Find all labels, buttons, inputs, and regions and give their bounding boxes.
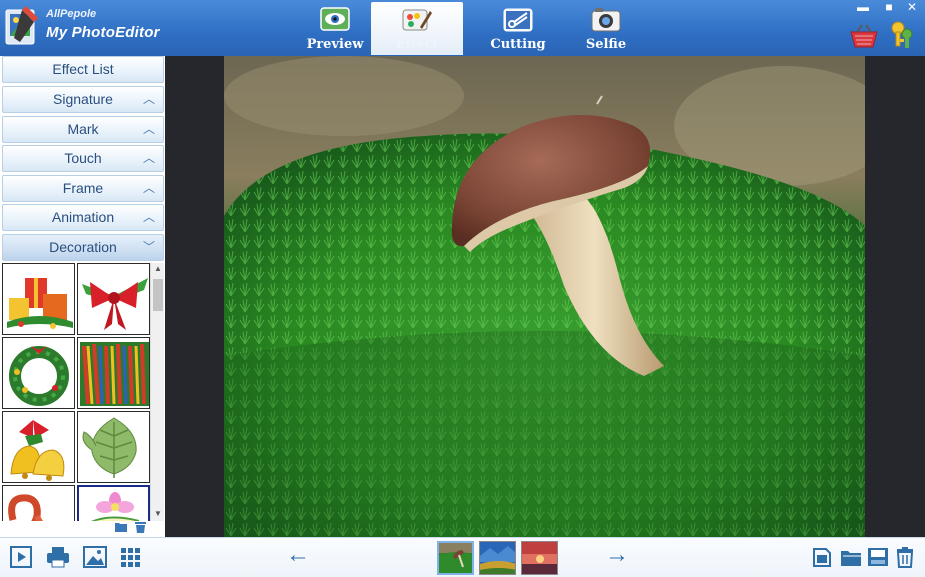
decoration-red-bow[interactable] [77,263,150,335]
tab-label: Effect [395,37,439,52]
minimize-button[interactable]: ▬ [856,0,870,14]
open-folder-icon[interactable] [840,546,862,568]
tab-effect[interactable]: Effect [371,2,463,55]
maximize-button[interactable]: ■ [882,0,896,14]
decoration-pretzel[interactable] [2,485,75,521]
sidebar-item-label: Animation [51,209,115,225]
scroll-up-arrow-icon[interactable]: ▲ [151,264,165,273]
pretzel-icon [8,494,44,521]
decoration-grid [2,263,150,521]
red-bow-icon [82,278,148,330]
tab-cutting[interactable]: Cutting [472,2,564,55]
title-bar: AllPepole My PhotoEditor Preview Effect … [0,0,925,56]
chevron-up-icon: ︿ [142,92,155,106]
gift-boxes-icon [7,278,73,329]
effect-sidebar: Effect List Signature ︿ Mark ︿ Touch ︿ F… [0,56,165,537]
sidebar-item-touch[interactable]: Touch ︿ [2,145,164,172]
sidebar-item-frame[interactable]: Frame ︿ [2,175,164,202]
save-icon[interactable] [867,546,889,568]
chevron-up-icon: ︿ [142,181,155,195]
chevron-down-icon: ﹀ [142,240,155,254]
tab-selfie[interactable]: Selfie [560,2,652,55]
sunset-thumbnail-image [522,542,557,574]
tab-label: Preview [306,37,364,52]
new-file-icon[interactable] [812,546,832,568]
garland-icon [80,342,149,406]
sidebar-item-label: Frame [62,180,104,196]
scroll-down-arrow-icon[interactable]: ▼ [151,509,165,518]
photo-canvas[interactable] [165,56,925,537]
sidebar-item-label: Touch [64,150,102,166]
vendor-name: AllPepole [46,8,97,20]
decoration-christmas-wreath[interactable] [2,337,75,409]
sidebar-item-label: Mark [67,121,99,137]
sidebar-item-decoration[interactable]: Decoration ﹀ [2,234,164,261]
close-button[interactable]: ✕ [905,0,919,14]
chevron-up-icon: ︿ [142,210,155,224]
sidebar-item-label: Decoration [49,239,117,255]
effect-list-label: Effect List [52,61,114,77]
tab-label: Cutting [490,37,546,52]
tab-label: Selfie [585,37,627,52]
thumbnail-mushroom[interactable] [437,541,474,575]
decoration-gift-boxes[interactable] [2,263,75,335]
keys-icon[interactable] [888,20,918,50]
pink-flower-icon [91,492,140,521]
effect-list-header[interactable]: Effect List [2,56,164,83]
landscape-thumbnail-image [480,542,515,574]
next-image-arrow-icon[interactable]: → [605,542,629,568]
scissors-icon [503,8,533,32]
decoration-scrollbar[interactable]: ▲ ▼ [150,263,164,521]
image-icon[interactable] [83,546,107,568]
shopping-basket-icon[interactable] [849,24,879,48]
leaf-icon [82,417,137,478]
sidebar-item-label: Signature [53,91,113,107]
app-title: My PhotoEditor [46,24,160,41]
printer-icon[interactable] [46,546,70,568]
palette-icon [402,9,432,31]
mushroom-photo[interactable] [224,56,865,537]
decoration-christmas-bells[interactable] [2,411,75,483]
christmas-wreath-icon [9,346,69,406]
trash-icon[interactable] [134,520,147,534]
open-folder-icon[interactable] [114,520,128,533]
sidebar-item-mark[interactable]: Mark ︿ [2,116,164,143]
sidebar-item-signature[interactable]: Signature ︿ [2,86,164,113]
thumbnail-sunset[interactable] [521,541,558,575]
thumbnail-landscape[interactable] [479,541,516,575]
previous-image-arrow-icon[interactable]: ← [286,542,310,568]
chevron-up-icon: ︿ [142,151,155,165]
mushroom-thumbnail-image [439,543,472,573]
bottom-toolbar: ← → [0,537,925,577]
tab-preview[interactable]: Preview [289,2,381,55]
eye-icon [320,7,350,31]
chevron-up-icon: ︿ [142,122,155,136]
christmas-bells-icon [10,420,65,481]
decoration-pink-flower[interactable] [77,485,150,521]
grid-view-icon[interactable] [120,546,142,568]
camera-icon [591,8,621,32]
app-logo-icon [5,6,38,45]
mushroom-moss-image [224,56,865,537]
decoration-leaf[interactable] [77,411,150,483]
delete-icon[interactable] [895,546,915,568]
scroll-thumb[interactable] [153,279,163,311]
sidebar-item-animation[interactable]: Animation ︿ [2,204,164,231]
slideshow-play-icon[interactable] [10,546,32,568]
decoration-garland[interactable] [77,337,150,409]
